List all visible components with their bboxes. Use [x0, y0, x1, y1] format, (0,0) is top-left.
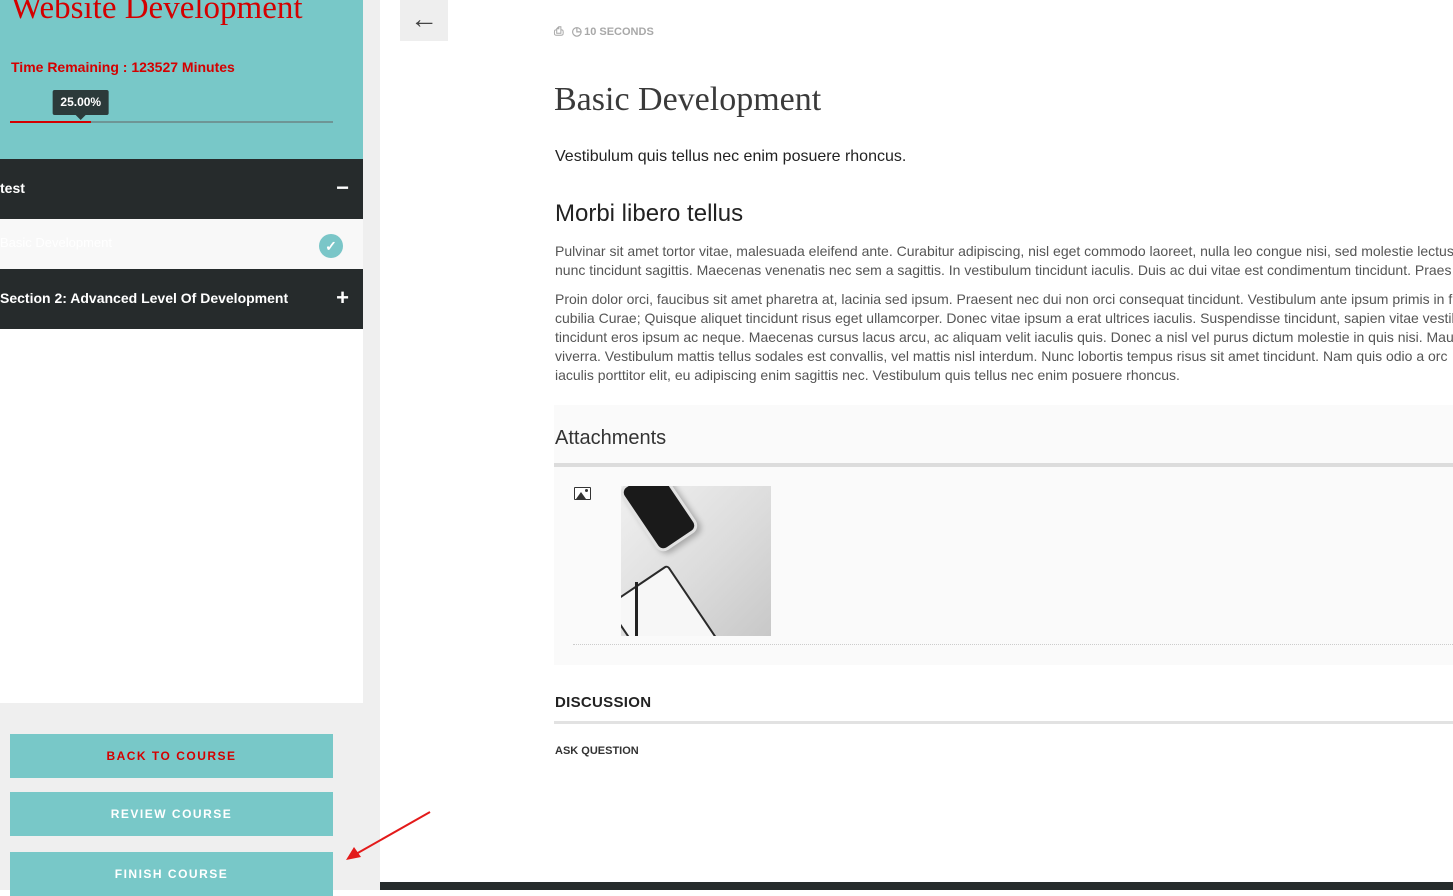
clock-icon: ◷: [571, 24, 583, 38]
arrow-left-icon[interactable]: ←: [400, 0, 448, 41]
paragraph-line: Proin dolor orci, faucibus sit amet phar…: [555, 291, 1453, 307]
time-remaining: Time Remaining : 123527 Minutes: [11, 59, 235, 75]
attachments-divider: [554, 463, 1453, 467]
phone-graphic: [621, 486, 701, 555]
content-subheading: Morbi libero tellus: [555, 200, 744, 227]
section-header-test[interactable]: test −: [0, 159, 363, 219]
discussion-title: DISCUSSION: [555, 694, 652, 711]
review-course-button[interactable]: REVIEW COURSE: [10, 792, 333, 836]
pen-graphic: [635, 582, 638, 636]
paragraph-line: nunc tincidunt sagittis. Maecenas venena…: [555, 262, 1452, 278]
printer-icon[interactable]: ⎙: [554, 24, 564, 39]
paragraph-line: Pulvinar sit amet tortor vitae, malesuad…: [555, 243, 1453, 259]
attachment-thumbnail[interactable]: [621, 486, 771, 636]
section-title: Section 2: Advanced Level Of Development: [0, 290, 289, 306]
course-title: Website Development: [11, 0, 303, 26]
course-header: Website Development Time Remaining : 123…: [0, 0, 363, 159]
sidebar-divider: [363, 0, 380, 890]
minus-icon[interactable]: −: [336, 159, 349, 217]
attachments-title: Attachments: [555, 427, 667, 449]
lesson-lead: Vestibulum quis tellus nec enim posuere …: [555, 148, 907, 165]
footer-bar: [380, 882, 1453, 890]
progress-bar-fill: [10, 121, 91, 123]
image-icon: [574, 487, 591, 500]
back-to-course-button[interactable]: BACK TO COURSE: [10, 734, 333, 778]
content-paragraph: Pulvinar sit amet tortor vitae, malesuad…: [555, 242, 1453, 280]
lesson-item[interactable]: Basic Development: [0, 219, 363, 269]
section-title: test: [0, 180, 25, 196]
check-circle-icon: ✓: [319, 234, 343, 258]
paragraph-line: cubilia Curae; Quisque aliquet tincidunt…: [555, 310, 1453, 326]
section-header-advanced[interactable]: Section 2: Advanced Level Of Development…: [0, 269, 363, 329]
lesson-title: Basic Development: [554, 81, 822, 118]
paragraph-line: iaculis porttitor elit, eu adipiscing en…: [555, 367, 1180, 383]
lesson-meta: ⎙ ◷ 10 SECONDS: [554, 24, 654, 39]
annotation-arrow: [346, 811, 431, 860]
attachment-divider: [573, 644, 1453, 645]
lesson-title: Basic Development: [0, 235, 112, 250]
lesson-duration: 10 SECONDS: [584, 26, 654, 38]
paragraph-line: tincidunt eros ipsum ac neque. Maecenas …: [555, 329, 1453, 345]
progress-tooltip: 25.00%: [52, 90, 110, 120]
paragraph-line: viverra. Vestibulum mattis tellus sodale…: [555, 348, 1448, 364]
finish-course-button[interactable]: FINISH COURSE: [10, 852, 333, 896]
progress-bar: [10, 121, 333, 123]
content-paragraph: Proin dolor orci, faucibus sit amet phar…: [555, 290, 1453, 385]
discussion-divider: [554, 721, 1453, 724]
ask-question-link[interactable]: ASK QUESTION: [555, 745, 639, 757]
plus-icon[interactable]: +: [336, 269, 349, 327]
